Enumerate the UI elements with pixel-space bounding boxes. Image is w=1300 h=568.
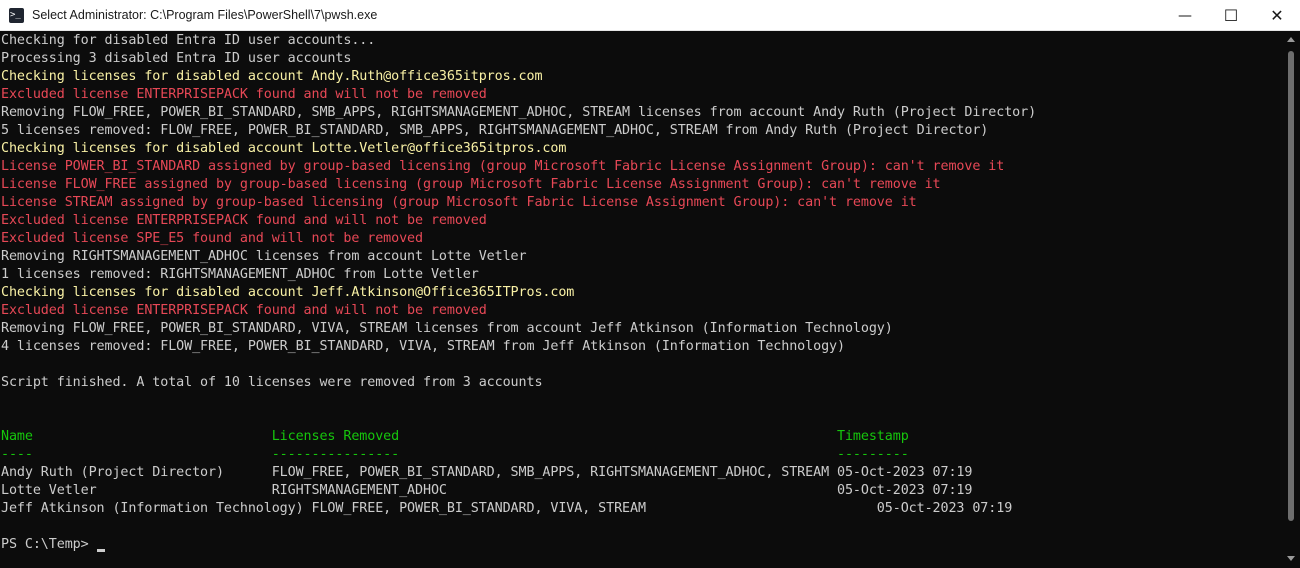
output-line: Removing FLOW_FREE, POWER_BI_STANDARD, S… (1, 105, 1037, 120)
output-line: License POWER_BI_STANDARD assigned by gr… (1, 159, 1005, 174)
output-line: Checking licenses for disabled account L… (1, 141, 567, 156)
close-button[interactable]: ✕ (1254, 0, 1300, 31)
text-cursor (97, 549, 105, 552)
table-row: Jeff Atkinson (Information Technology) F… (1, 501, 1013, 516)
output-line: Checking licenses for disabled account A… (1, 69, 543, 84)
table-row: Lotte Vetler RIGHTSMANAGEMENT_ADHOC 05-O… (1, 483, 973, 498)
output-line: Excluded license ENTERPRISEPACK found an… (1, 213, 487, 228)
scroll-thumb[interactable] (1288, 51, 1294, 521)
output-line: Removing FLOW_FREE, POWER_BI_STANDARD, V… (1, 321, 893, 336)
output-line: 1 licenses removed: RIGHTSMANAGEMENT_ADH… (1, 267, 479, 282)
output-line: License STREAM assigned by group-based l… (1, 195, 917, 210)
output-line: Removing RIGHTSMANAGEMENT_ADHOC licenses… (1, 249, 527, 264)
terminal-output[interactable]: Checking for disabled Entra ID user acco… (0, 31, 1282, 568)
command-prompt[interactable]: PS C:\Temp> (1, 536, 97, 554)
terminal-icon (9, 8, 24, 23)
script-summary: Script finished. A total of 10 licenses … (1, 375, 543, 390)
output-line: Checking licenses for disabled account J… (1, 285, 575, 300)
table-header: Name Licenses Removed Timestamp (1, 429, 909, 444)
maximize-button[interactable]: ☐ (1208, 0, 1254, 31)
output-line: Checking for disabled Entra ID user acco… (1, 33, 376, 48)
output-line: Excluded license SPE_E5 found and will n… (1, 231, 423, 246)
output-line: Excluded license ENTERPRISEPACK found an… (1, 87, 487, 102)
window-title: Select Administrator: C:\Program Files\P… (32, 8, 378, 22)
minimize-button[interactable]: — (1162, 0, 1208, 31)
output-line: Processing 3 disabled Entra ID user acco… (1, 51, 352, 66)
scroll-up-arrow-icon[interactable] (1287, 37, 1295, 42)
output-line: 4 licenses removed: FLOW_FREE, POWER_BI_… (1, 339, 845, 354)
output-line: License FLOW_FREE assigned by group-base… (1, 177, 941, 192)
table-row: Andy Ruth (Project Director) FLOW_FREE, … (1, 465, 973, 480)
table-separator: ---- ---------------- --------- (1, 447, 909, 462)
output-line: Excluded license ENTERPRISEPACK found an… (1, 303, 487, 318)
title-bar[interactable]: Select Administrator: C:\Program Files\P… (0, 0, 1300, 31)
vertical-scrollbar[interactable] (1282, 31, 1300, 568)
scroll-down-arrow-icon[interactable] (1287, 556, 1295, 561)
output-line: 5 licenses removed: FLOW_FREE, POWER_BI_… (1, 123, 989, 138)
